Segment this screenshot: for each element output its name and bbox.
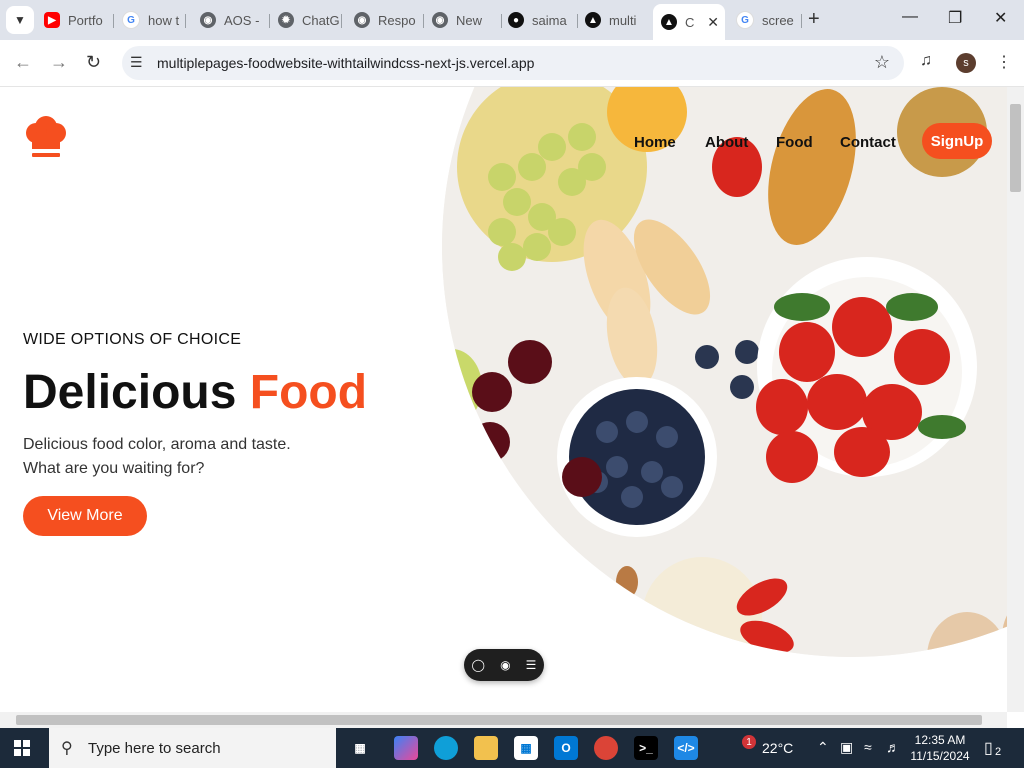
- outlook-icon[interactable]: O: [554, 736, 578, 760]
- store-icon[interactable]: ▦: [514, 736, 538, 760]
- chrome-icon[interactable]: [594, 736, 618, 760]
- hero-kicker: WIDE OPTIONS OF CHOICE: [23, 331, 242, 348]
- tab-new[interactable]: ◉ New: [432, 6, 502, 34]
- clock-date: 11/15/2024: [910, 749, 970, 763]
- wifi-icon[interactable]: ≈: [864, 739, 872, 755]
- clock-time: 12:35 AM: [914, 733, 966, 747]
- minimize-button[interactable]: —: [902, 8, 918, 26]
- comment-icon[interactable]: ◯: [472, 658, 485, 672]
- chevron-down-icon: ▼: [14, 13, 26, 27]
- youtube-icon: ▶: [44, 12, 60, 28]
- reload-button[interactable]: ↻: [86, 52, 101, 73]
- tab-github[interactable]: ● saima: [508, 6, 578, 34]
- chef-hat-logo-icon[interactable]: [22, 115, 70, 163]
- view-more-button[interactable]: View More: [23, 496, 147, 536]
- vercel-icon: ▲: [661, 14, 677, 30]
- notification-count: 2: [995, 746, 1002, 758]
- task-view-icon[interactable]: ▦: [348, 736, 372, 760]
- tab-label: New: [456, 12, 483, 28]
- profile-avatar[interactable]: s: [956, 53, 976, 73]
- nav-link-contact[interactable]: Contact: [840, 134, 896, 151]
- settings-sliders-icon[interactable]: ☰: [526, 658, 537, 672]
- weather-temperature[interactable]: 22°C: [762, 740, 793, 756]
- dev-toolbar: ◯ ◉ ☰: [464, 649, 544, 681]
- meet-now-icon[interactable]: ▣: [840, 739, 853, 756]
- tab-label: ChatG: [302, 12, 340, 28]
- nav-link-food[interactable]: Food: [776, 134, 813, 151]
- github-icon: ●: [508, 12, 524, 28]
- tab-label: AOS -: [224, 12, 260, 28]
- file-explorer-icon[interactable]: [474, 736, 498, 760]
- tab-portfolio[interactable]: ▶ Portfo: [44, 6, 114, 34]
- eye-icon[interactable]: ◉: [500, 658, 510, 672]
- chef-hat-icon: [26, 116, 66, 157]
- volume-icon[interactable]: ♬: [886, 739, 900, 755]
- tab-responsive[interactable]: ◉ Respo: [354, 6, 424, 34]
- taskbar-search-input[interactable]: ⚲ Type here to search: [49, 728, 336, 768]
- chevron-up-icon[interactable]: ⌃: [817, 739, 829, 756]
- copilot-icon[interactable]: [394, 736, 418, 760]
- search-placeholder: Type here to search: [88, 740, 221, 757]
- globe-icon: ◉: [354, 12, 370, 28]
- search-icon: ⚲: [61, 740, 73, 757]
- tab-label: Portfo: [68, 12, 103, 28]
- notification-icon[interactable]: ▯: [984, 738, 993, 758]
- chatgpt-icon: ✹: [278, 12, 294, 28]
- address-bar[interactable]: ☰ multiplepages-foodwebsite-withtailwind…: [122, 46, 904, 80]
- windows-start-icon[interactable]: [14, 740, 30, 756]
- vscode-icon[interactable]: </>: [674, 736, 698, 760]
- globe-icon: ◉: [200, 12, 216, 28]
- web-page: Home About Food Contact SignUp WIDE OPTI…: [0, 87, 1007, 712]
- tab-chatgpt[interactable]: ✹ ChatG: [278, 6, 342, 34]
- menu-icon[interactable]: ⋮: [996, 52, 1012, 72]
- headline-word-delicious: Delicious: [23, 366, 237, 419]
- tab-label: multi: [609, 12, 637, 28]
- tab-label: C: [685, 14, 695, 30]
- new-tab-button[interactable]: +: [808, 8, 820, 31]
- google-icon: G: [736, 11, 754, 29]
- chrome-icon: ◉: [432, 12, 448, 28]
- tab-label: scree: [762, 12, 794, 28]
- nav-link-about[interactable]: About: [705, 134, 748, 151]
- url-text[interactable]: multiplepages-foodwebsite-withtailwindcs…: [157, 55, 534, 71]
- tab-current[interactable]: ▲ C ✕: [653, 4, 725, 40]
- vertical-scrollbar-thumb[interactable]: [1010, 104, 1021, 192]
- horizontal-scrollbar-thumb[interactable]: [16, 715, 982, 725]
- hero-food-image: [442, 87, 1007, 657]
- tab-multipages[interactable]: ▲ multi: [585, 6, 649, 34]
- tab-screenshot[interactable]: G scree: [736, 6, 802, 34]
- terminal-icon[interactable]: >_: [634, 736, 658, 760]
- hero-description-line: What are you waiting for?: [23, 460, 205, 477]
- close-icon[interactable]: ✕: [707, 14, 719, 31]
- windows-taskbar: ⚲ Type here to search ▦ ▦ O >_ </> 1 22°…: [0, 728, 1024, 768]
- back-button[interactable]: ←: [14, 52, 32, 73]
- nav-link-home[interactable]: Home: [634, 134, 676, 151]
- tab-label: how t: [148, 12, 180, 28]
- vercel-icon: ▲: [585, 12, 601, 28]
- fruit-plate-illustration: [442, 87, 1007, 657]
- restore-button[interactable]: ❐: [948, 8, 962, 28]
- hero-description: Delicious food color, aroma and taste. W…: [23, 433, 291, 481]
- signup-button[interactable]: SignUp: [922, 123, 992, 159]
- tab-strip: ▼ ▶ Portfo G how t ◉ AOS - ✹ ChatG ◉ Res…: [0, 0, 1024, 40]
- tab-aos[interactable]: ◉ AOS -: [200, 6, 270, 34]
- weather-alert-badge: 1: [742, 735, 756, 749]
- tab-search-button[interactable]: ▼: [6, 6, 34, 34]
- tab-how-to[interactable]: G how t: [122, 6, 186, 34]
- edge-icon[interactable]: [434, 736, 458, 760]
- system-clock[interactable]: 12:35 AM 11/15/2024: [910, 732, 970, 764]
- hero-headline: Delicious Food: [23, 365, 367, 420]
- hero-description-line: Delicious food color, aroma and taste.: [23, 436, 291, 453]
- close-window-button[interactable]: ✕: [994, 8, 1007, 28]
- tab-label: Respo: [378, 12, 416, 28]
- tab-label: saima: [532, 12, 567, 28]
- bookmark-star-icon[interactable]: ☆: [874, 52, 890, 73]
- google-icon: G: [122, 11, 140, 29]
- site-info-icon[interactable]: ☰: [130, 54, 143, 71]
- browser-toolbar: ← → ↻ ☰ multiplepages-foodwebsite-withta…: [0, 40, 1024, 87]
- headline-word-food: Food: [249, 366, 368, 419]
- media-control-icon[interactable]: ♫: [920, 52, 932, 70]
- forward-button[interactable]: →: [50, 52, 68, 73]
